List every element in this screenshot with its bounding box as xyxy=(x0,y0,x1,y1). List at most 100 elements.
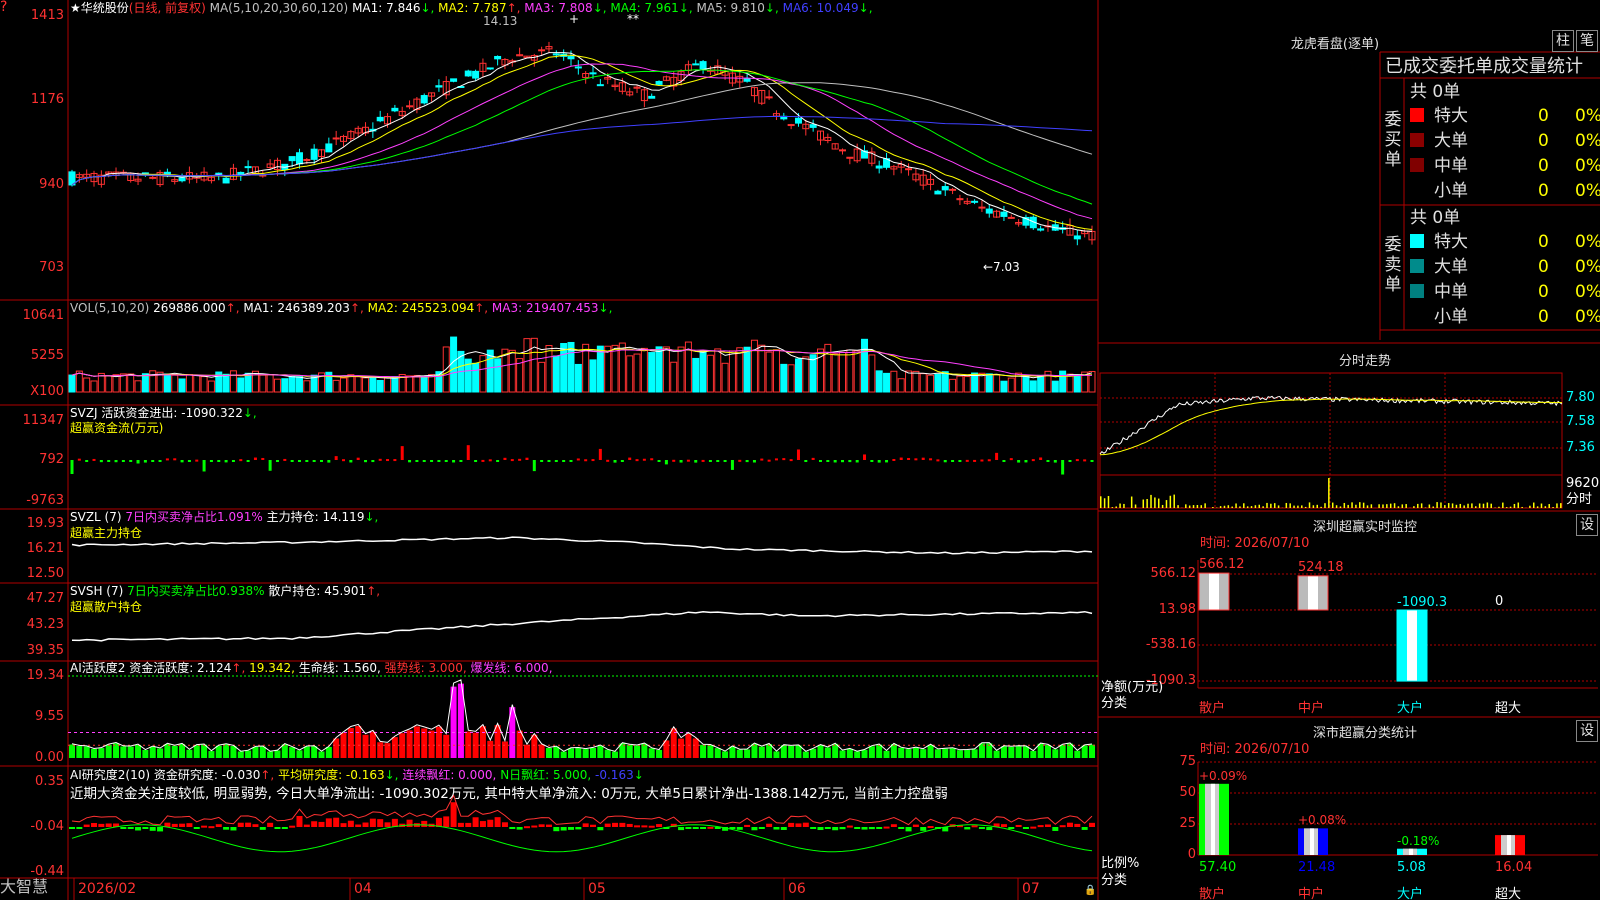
ai1-bar xyxy=(245,750,252,758)
ai1-bar xyxy=(362,734,369,758)
ai1-tick: 0.00 xyxy=(35,750,64,765)
ai1-bar xyxy=(531,734,538,758)
svzj-bar xyxy=(510,459,514,462)
ai2-bar xyxy=(575,827,582,830)
period-label[interactable]: (日线, 前复权) xyxy=(129,1,206,15)
ai2-bar xyxy=(634,825,641,828)
svzj-bar xyxy=(253,457,257,460)
classify-bar xyxy=(1199,783,1229,855)
svzj-bar xyxy=(848,460,852,463)
intraday-vol-bar xyxy=(1103,498,1106,508)
volume-bar xyxy=(105,375,113,393)
candle-body xyxy=(596,84,604,87)
ai1-bar xyxy=(802,751,809,758)
ai2-bar xyxy=(1000,824,1007,827)
svzj-bar xyxy=(540,460,544,462)
intraday-vol-bar xyxy=(1498,506,1500,508)
intraday-vol-bar xyxy=(1320,506,1322,508)
date-tick: 06 xyxy=(788,881,806,897)
vol-tick: X100 xyxy=(30,384,64,399)
intraday-vol-bar xyxy=(1297,505,1299,508)
volume-bar xyxy=(787,364,795,393)
candle-body xyxy=(244,166,252,169)
vol-ma-2: MA2: 245523.094 xyxy=(367,301,475,315)
ai1-bar xyxy=(597,745,604,758)
intraday-vol-bar xyxy=(1100,496,1102,508)
svzj-bar xyxy=(547,460,551,462)
ai2-bar xyxy=(1022,827,1029,829)
classify-tick: 50 xyxy=(1179,785,1196,800)
ai1-bar xyxy=(1089,744,1095,758)
lock-icon[interactable]: 🔒 xyxy=(1084,884,1096,898)
ma-arrow-2: ↑, xyxy=(506,1,525,15)
intraday-vol-bar xyxy=(1173,494,1175,508)
classify-settings-button[interactable]: 设 xyxy=(1576,720,1598,742)
monitor-settings-button[interactable]: 设 xyxy=(1576,514,1598,536)
intraday-vol-bar xyxy=(1154,497,1156,508)
ai1-bar xyxy=(355,726,362,758)
intraday-vol-bar xyxy=(1347,504,1349,508)
ai1-bar xyxy=(281,744,288,758)
ai1-bar xyxy=(949,748,956,758)
stock-name[interactable]: 华统股份 xyxy=(81,1,129,15)
intraday-vol-bar xyxy=(1200,505,1203,508)
bar-mode-button[interactable]: 柱 xyxy=(1552,30,1574,52)
svzj-bar xyxy=(591,459,595,462)
candle-body xyxy=(538,49,546,52)
volume-bar xyxy=(985,373,993,393)
candle-body xyxy=(875,165,883,169)
ai1-bar xyxy=(237,751,244,758)
chart-canvas[interactable] xyxy=(0,0,1600,900)
svzj-bar xyxy=(364,460,368,463)
svzj-bar xyxy=(921,457,925,460)
date-tick: 05 xyxy=(588,881,606,897)
ai2-bar xyxy=(333,817,340,827)
brand-label: 大智慧 xyxy=(0,877,49,896)
ai1-bar xyxy=(135,744,142,758)
monitor-bar-highlight xyxy=(1407,610,1417,682)
monitor-bar xyxy=(1198,572,1230,611)
ai2-bar xyxy=(457,822,464,827)
svzj-bar xyxy=(980,459,984,462)
monitor-category: 大户 xyxy=(1397,701,1424,716)
ma-value-2: MA2: 7.787 xyxy=(438,1,507,15)
svzj-bar xyxy=(892,458,896,461)
classify-category: 中户 xyxy=(1298,887,1325,900)
volume-bar xyxy=(1022,374,1030,393)
ai1-bar xyxy=(560,751,567,758)
ai2-bar xyxy=(876,827,883,829)
tick-mode-button[interactable]: 笔 xyxy=(1576,30,1598,52)
intraday-vol-bar xyxy=(1478,503,1481,508)
ai2-bar xyxy=(619,822,626,827)
monitor-category: 中户 xyxy=(1298,701,1325,716)
svzj-bar xyxy=(187,460,191,462)
volume-bar xyxy=(229,370,237,393)
ai2-bar xyxy=(626,823,633,827)
ai1-bar xyxy=(91,748,98,758)
intraday-vol-bar xyxy=(1389,503,1392,508)
intraday-vol-bar xyxy=(1397,506,1400,508)
svzj-bar xyxy=(334,456,338,460)
volume-bar xyxy=(347,374,355,393)
candle-body xyxy=(978,206,986,209)
ai2-bar xyxy=(612,822,619,827)
ai2-bar xyxy=(347,820,354,827)
svzj-bar xyxy=(598,448,602,460)
volume-bar xyxy=(391,376,399,393)
ai2-bar xyxy=(604,823,611,827)
ai1-bar xyxy=(501,741,508,758)
svzj-bar xyxy=(305,460,309,462)
candle-body xyxy=(809,124,817,128)
volume-bar xyxy=(1029,380,1037,393)
vol-value: 269886.000 xyxy=(153,301,226,315)
ai1-bar xyxy=(274,750,281,758)
intraday-vol-bar xyxy=(1467,503,1469,508)
ma-arrow-1: ↓, xyxy=(420,1,439,15)
ai2-bar xyxy=(538,824,545,827)
svzj-bar xyxy=(796,449,800,460)
ai1-header: AI活跃度2 资金活跃度: 2.124↑, 19.342, 生命线: 1.560… xyxy=(70,661,553,675)
ai1-bar xyxy=(1030,750,1037,758)
intraday-vol-bar xyxy=(1417,503,1419,508)
ai2-bar xyxy=(509,827,516,829)
ai2-bar xyxy=(832,827,839,831)
